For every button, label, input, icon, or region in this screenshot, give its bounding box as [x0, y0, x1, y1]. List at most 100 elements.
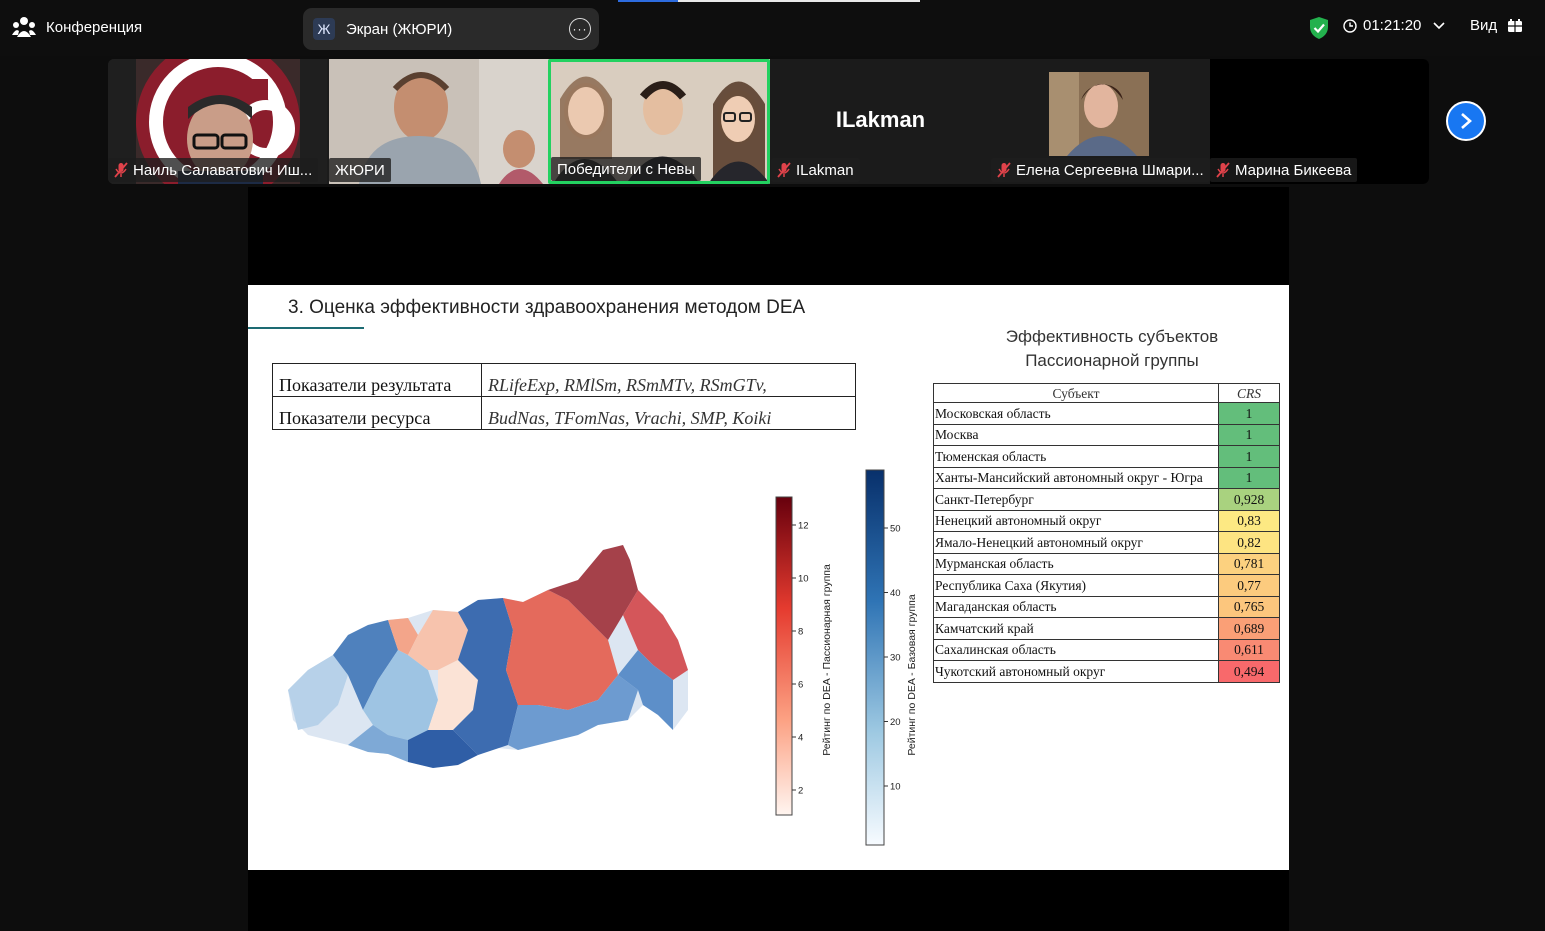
- param-label: Показатели результата: [272, 363, 482, 397]
- efficiency-table-title: Эффективность субъектов Пассионарной гру…: [1005, 327, 1219, 370]
- top-bar: Конференция Ж Экран (ЖЮРИ) ··· 01:21:20 …: [0, 0, 1545, 56]
- next-page-button[interactable]: [1446, 101, 1486, 141]
- subject-cell: Сахалинская область: [933, 638, 1219, 661]
- table-row: Московская область 1: [933, 402, 1280, 425]
- table-row: Показатели результата RLifeExp, RMlSm, R…: [272, 363, 856, 397]
- participant-tile-active-speaker[interactable]: Победители с Невы: [548, 59, 770, 184]
- blue-colorbar: 50 40 30 20 10 Рейтинг по DEA - Базовая груп…: [865, 469, 918, 846]
- russia-choropleth-map: [288, 545, 688, 768]
- table-row: Республика Саха (Якутия) 0,77: [933, 574, 1280, 597]
- participant-tile[interactable]: Наиль Салаватович Иш...: [108, 59, 327, 184]
- red-colorbar-label: Рейтинг по DEA - Пассионарная группа: [821, 564, 833, 756]
- crs-cell: 0,83: [1218, 509, 1280, 532]
- screen-share-label: Экран (ЖЮРИ): [346, 20, 453, 38]
- participant-name: ILakman: [796, 161, 854, 179]
- participant-name: Победители с Невы: [557, 160, 696, 178]
- table-row: Санкт-Петербург 0,928: [933, 488, 1280, 511]
- subject-cell: Ямало-Ненецкий автономный округ: [933, 531, 1219, 554]
- app-title[interactable]: Конференция: [12, 16, 142, 38]
- slide-title: 3. Оценка эффективности здравоохранения …: [288, 297, 806, 318]
- participant-photo: [1049, 72, 1149, 156]
- table-row: Ханты-Мансийский автономный округ - Югра…: [933, 466, 1280, 489]
- title-underline: [248, 327, 364, 329]
- participant-tile[interactable]: ЖЮРИ: [329, 59, 548, 184]
- param-label: Показатели ресурса: [272, 396, 482, 430]
- table-row: Чукотский автономный округ 0,494: [933, 660, 1280, 683]
- chevron-down-icon[interactable]: [1433, 21, 1445, 30]
- timer-value: 01:21:20: [1363, 17, 1422, 34]
- colorbar-tick-label: 2: [798, 786, 803, 797]
- participants-icon: [12, 17, 36, 37]
- subject-cell: Мурманская область: [933, 552, 1219, 575]
- view-button[interactable]: Вид: [1470, 17, 1523, 34]
- colorbar-tick-label: 40: [890, 588, 901, 599]
- participant-tile[interactable]: ILakman ILakman: [771, 59, 990, 184]
- table-row: Тюменская область 1: [933, 445, 1280, 468]
- view-label: Вид: [1470, 17, 1498, 34]
- subject-cell: Санкт-Петербург: [933, 488, 1219, 511]
- presentation-slide: 3. Оценка эффективности здравоохранения …: [248, 285, 1289, 870]
- grid-view-icon: [1508, 18, 1523, 32]
- table-row: Камчатский край 0,689: [933, 617, 1280, 640]
- screen-share-pill[interactable]: Ж Экран (ЖЮРИ) ···: [303, 8, 599, 50]
- crs-cell: 0,77: [1218, 574, 1280, 597]
- share-indicator-line-light: [678, 0, 920, 2]
- participant-name: ЖЮРИ: [335, 161, 385, 179]
- red-colorbar-ticks: 12 10 8 6 4 2: [792, 521, 809, 797]
- participant-name-tag: Наиль Салаватович Иш...: [108, 158, 319, 182]
- crs-cell: 1: [1218, 445, 1280, 468]
- subject-cell: Московская область: [933, 402, 1219, 425]
- participant-avatar-name: ILakman: [835, 107, 926, 132]
- crs-cell: 0,689: [1218, 617, 1280, 640]
- colorbar-tick-label: 6: [798, 680, 803, 691]
- header-subject: Субъект: [933, 383, 1219, 403]
- colorbar-tick-label: 12: [798, 521, 809, 532]
- participant-name-tag: ЖЮРИ: [329, 158, 391, 182]
- table-row: Ямало-Ненецкий автономный округ 0,82: [933, 531, 1280, 554]
- crs-cell: 0,494: [1218, 660, 1280, 683]
- crs-cell: 0,611: [1218, 638, 1280, 661]
- table-row: Москва 1: [933, 423, 1280, 446]
- table-row: Сахалинская область 0,611: [933, 638, 1280, 661]
- crs-cell: 0,82: [1218, 531, 1280, 554]
- security-shield-icon[interactable]: [1308, 16, 1330, 40]
- participant-tile[interactable]: Марина Бикеева: [1210, 59, 1429, 184]
- crs-cell: 0,765: [1218, 595, 1280, 618]
- efficiency-table-body: Московская область 1 Москва 1 Тюменская обла…: [933, 402, 1280, 683]
- chevron-right-icon: [1461, 113, 1472, 129]
- share-indicator-line: [618, 0, 678, 2]
- participant-name-tag: Победители с Невы: [551, 157, 702, 181]
- param-value: RLifeExp, RMlSm, RSmMTv, RSmGTv,: [481, 363, 856, 397]
- meeting-timer[interactable]: 01:21:20: [1343, 17, 1445, 34]
- participant-name: Марина Бикеева: [1235, 161, 1352, 179]
- red-colorbar: 12 10 8 6 4 2 Рейтинг по DEA - Пассионарная г…: [775, 496, 833, 816]
- indicators-table: Показатели результата RLifeExp, RMlSm, R…: [272, 363, 856, 430]
- colorbar-tick-label: 30: [890, 653, 901, 664]
- muted-mic-icon: [1216, 162, 1230, 178]
- subject-cell: Ненецкий автономный округ: [933, 509, 1219, 532]
- colorbar-tick-label: 20: [890, 717, 901, 728]
- crs-cell: 1: [1218, 402, 1280, 425]
- subject-cell: Камчатский край: [933, 617, 1219, 640]
- participant-name: Елена Сергеевна Шмари...: [1016, 161, 1204, 179]
- muted-mic-icon: [997, 162, 1011, 178]
- crs-cell: 1: [1218, 423, 1280, 446]
- more-options-icon[interactable]: ···: [569, 18, 591, 40]
- participant-name-tag: Марина Бикеева: [1210, 158, 1358, 182]
- crs-cell: 0,928: [1218, 488, 1280, 511]
- header-crs: CRS: [1218, 383, 1280, 403]
- colorbar-tick-label: 50: [890, 524, 901, 535]
- subject-cell: Москва: [933, 423, 1219, 446]
- participant-tile[interactable]: Елена Сергеевна Шмари...: [991, 59, 1210, 184]
- colorbar-tick-label: 8: [798, 627, 803, 638]
- table-header-row: Субъект CRS: [933, 383, 1280, 403]
- crs-cell: 1: [1218, 466, 1280, 489]
- blue-colorbar-ticks: 50 40 30 20 10: [884, 524, 901, 793]
- table-row: Ненецкий автономный округ 0,83: [933, 509, 1280, 532]
- table-row: Показатели ресурса BudNas, TFomNas, Vrac…: [272, 396, 856, 430]
- subject-cell: Республика Саха (Якутия): [933, 574, 1219, 597]
- table-row: Магаданская область 0,765: [933, 595, 1280, 618]
- subject-cell: Ханты-Мансийский автономный округ - Югра: [933, 466, 1219, 489]
- table-row: Мурманская область 0,781: [933, 552, 1280, 575]
- participant-name-tag: Елена Сергеевна Шмари...: [991, 158, 1210, 182]
